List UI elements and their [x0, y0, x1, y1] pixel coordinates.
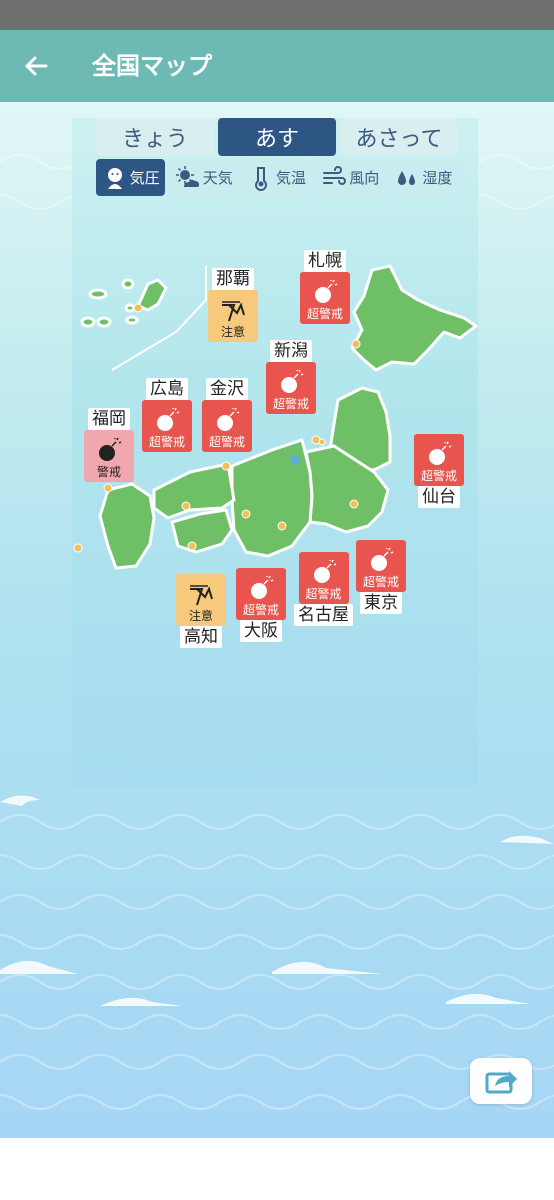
city-fukuoka: 福岡 警戒 [84, 408, 134, 482]
warning-level: 注意 [188, 609, 213, 623]
pressure-wave-icon [222, 301, 245, 322]
city-naha: 那覇 注意 [208, 268, 258, 342]
city-name: 札幌 [304, 250, 346, 272]
status-badge[interactable]: 注意 [208, 290, 258, 342]
bomb-icon [251, 575, 274, 599]
tab-weather[interactable]: 天気 [169, 159, 239, 196]
app-header: 全国マップ [0, 30, 554, 102]
status-badge[interactable]: 警戒 [84, 430, 134, 482]
city-sapporo: 札幌 超警戒 [300, 250, 350, 324]
tab-tomorrow[interactable]: あす [218, 118, 336, 156]
status-badge[interactable]: 超警戒 [236, 568, 286, 620]
warning-level: 超警戒 [420, 469, 457, 483]
status-badge[interactable]: 超警戒 [414, 434, 464, 486]
city-hiroshima: 広島 超警戒 [142, 378, 192, 452]
share-button[interactable] [470, 1058, 532, 1104]
city-name: 大阪 [240, 620, 282, 642]
weather-icon [175, 165, 199, 187]
city-tokyo: 東京 超警戒 [356, 540, 406, 614]
tab-humidity[interactable]: 湿度 [388, 159, 459, 196]
tab-today[interactable]: きょう [96, 118, 214, 156]
bomb-icon [281, 369, 304, 393]
city-name: 名古屋 [294, 604, 353, 626]
status-badge[interactable]: 超警戒 [266, 362, 316, 414]
city-nagoya: 名古屋 超警戒 [294, 552, 353, 626]
japan-map: 札幌 超警戒 那覇 注意 新潟 超警戒 広島 超警戒 金沢 超警戒 福岡 警戒 … [72, 200, 478, 680]
bomb-icon [429, 441, 452, 465]
tab-wind-label: 風向 [349, 169, 380, 187]
wind-icon [323, 165, 347, 185]
warning-level: 超警戒 [272, 397, 309, 411]
back-arrow-icon[interactable] [20, 50, 52, 82]
city-kanazawa: 金沢 超警戒 [202, 378, 252, 452]
status-badge[interactable]: 超警戒 [202, 400, 252, 452]
status-badge[interactable]: 注意 [176, 574, 226, 626]
status-badge[interactable]: 超警戒 [300, 272, 350, 324]
tab-humidity-label: 湿度 [422, 169, 453, 187]
tab-day-after-tomorrow[interactable]: あさって [340, 118, 458, 156]
city-sendai: 仙台 超警戒 [414, 434, 464, 508]
tab-pressure-label: 気圧 [129, 169, 160, 187]
city-name: 金沢 [206, 378, 248, 400]
tab-pressure[interactable]: 気圧 [96, 159, 166, 196]
status-bar [0, 0, 554, 30]
page-title: 全国マップ [92, 52, 212, 80]
tab-temperature-label: 気温 [276, 169, 307, 187]
status-badge[interactable]: 超警戒 [356, 540, 406, 592]
status-badge[interactable]: 超警戒 [298, 552, 349, 604]
humidity-icon [398, 170, 416, 185]
city-kochi: 高知 注意 [176, 574, 226, 648]
warning-level: 超警戒 [306, 307, 343, 321]
city-name: 新潟 [270, 340, 312, 362]
bomb-icon [315, 279, 338, 303]
city-osaka: 大阪 超警戒 [236, 568, 286, 642]
city-name: 仙台 [418, 486, 460, 508]
warning-level: 注意 [220, 325, 245, 339]
bottom-bar [0, 1138, 554, 1200]
pressure-wave-icon [190, 585, 213, 606]
warning-level: 超警戒 [148, 435, 185, 449]
bomb-icon [99, 437, 122, 461]
tab-temperature[interactable]: 気温 [242, 159, 312, 196]
bomb-icon [313, 559, 336, 583]
warning-level: 超警戒 [208, 435, 245, 449]
status-badge[interactable]: 超警戒 [142, 400, 192, 452]
city-name: 高知 [180, 626, 222, 648]
tab-weather-label: 天気 [202, 169, 233, 187]
bomb-icon [217, 407, 240, 431]
bomb-icon [371, 547, 394, 571]
pressure-mascot-icon [107, 167, 122, 189]
category-tabs: 気圧 天気 気温 風向 湿度 [96, 159, 459, 196]
warning-level: 超警戒 [305, 587, 342, 601]
city-name: 福岡 [88, 408, 130, 430]
warning-level: 超警戒 [242, 603, 279, 617]
tab-wind[interactable]: 風向 [315, 159, 385, 196]
day-tabs: きょう あす あさって [96, 118, 458, 156]
warning-level: 警戒 [96, 465, 121, 479]
thermometer-icon [255, 166, 267, 191]
city-niigata: 新潟 超警戒 [266, 340, 316, 414]
bomb-icon [157, 407, 180, 431]
share-icon [485, 1071, 517, 1094]
city-name: 広島 [146, 378, 188, 400]
city-name: 東京 [360, 592, 402, 614]
warning-level: 超警戒 [362, 575, 399, 589]
city-name: 那覇 [212, 268, 254, 290]
